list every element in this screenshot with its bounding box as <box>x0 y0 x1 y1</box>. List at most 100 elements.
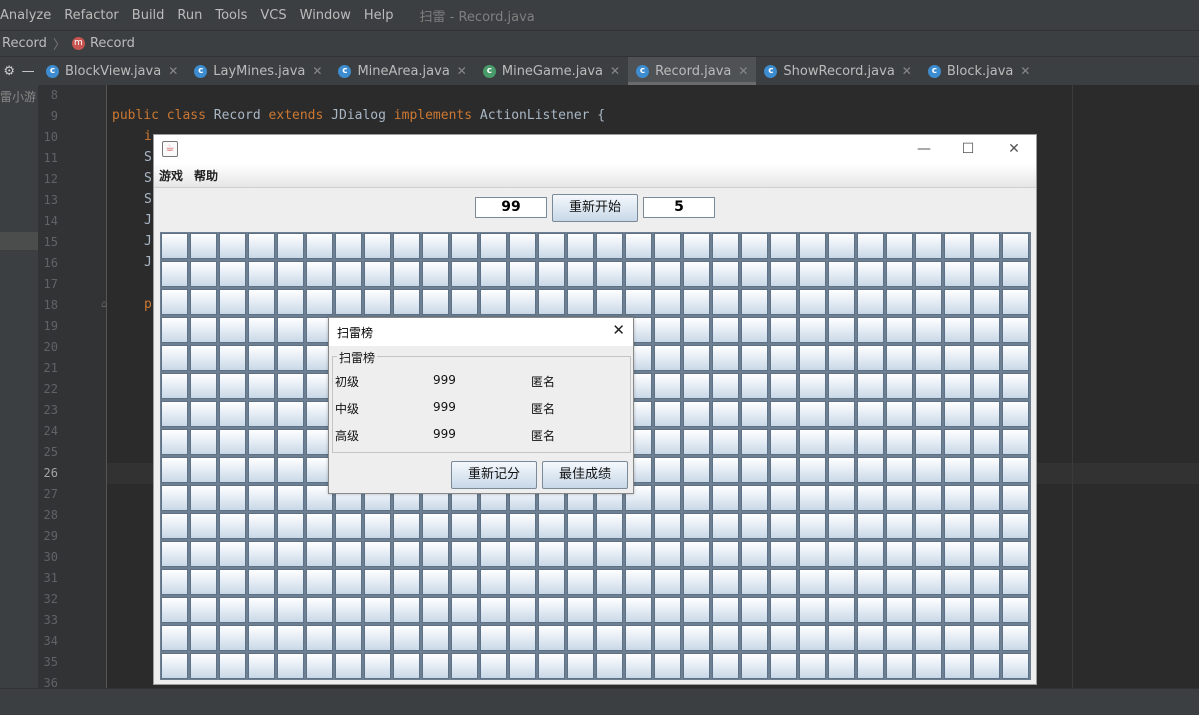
mine-cell[interactable] <box>625 569 652 595</box>
close-icon[interactable]: ✕ <box>612 321 625 339</box>
mine-cell[interactable] <box>509 569 536 595</box>
mine-cell[interactable] <box>944 457 971 483</box>
mine-cell[interactable] <box>915 569 942 595</box>
mine-cell[interactable] <box>886 457 913 483</box>
mine-cell[interactable] <box>190 429 217 455</box>
mine-cell[interactable] <box>393 541 420 567</box>
mine-cell[interactable] <box>712 401 739 427</box>
mine-cell[interactable] <box>451 597 478 623</box>
mine-cell[interactable] <box>393 513 420 539</box>
restart-button[interactable]: 重新开始 <box>552 194 638 222</box>
mine-cell[interactable] <box>1002 513 1029 539</box>
mine-cell[interactable] <box>248 513 275 539</box>
mine-cell[interactable] <box>422 261 449 287</box>
mine-cell[interactable] <box>828 317 855 343</box>
mine-cell[interactable] <box>625 541 652 567</box>
mine-cell[interactable] <box>364 289 391 315</box>
mine-cell[interactable] <box>335 569 362 595</box>
mine-cell[interactable] <box>480 653 507 679</box>
mine-cell[interactable] <box>596 569 623 595</box>
mine-cell[interactable] <box>422 513 449 539</box>
mine-cell[interactable] <box>857 261 884 287</box>
mine-cell[interactable] <box>480 233 507 259</box>
mine-cell[interactable] <box>915 485 942 511</box>
mine-cell[interactable] <box>625 653 652 679</box>
mine-cell[interactable] <box>161 373 188 399</box>
mine-cell[interactable] <box>567 597 594 623</box>
mine-cell[interactable] <box>364 233 391 259</box>
game-menu-game[interactable]: 游戏 <box>154 167 189 184</box>
mine-cell[interactable] <box>915 597 942 623</box>
mine-cell[interactable] <box>393 597 420 623</box>
mine-cell[interactable] <box>857 233 884 259</box>
mine-cell[interactable] <box>1002 429 1029 455</box>
mine-cell[interactable] <box>422 625 449 651</box>
mine-cell[interactable] <box>770 653 797 679</box>
mine-cell[interactable] <box>509 289 536 315</box>
mine-cell[interactable] <box>944 429 971 455</box>
mine-cell[interactable] <box>741 289 768 315</box>
mine-cell[interactable] <box>306 261 333 287</box>
mine-cell[interactable] <box>161 625 188 651</box>
mine-cell[interactable] <box>422 541 449 567</box>
mine-cell[interactable] <box>828 289 855 315</box>
mine-cell[interactable] <box>828 429 855 455</box>
mine-cell[interactable] <box>393 569 420 595</box>
mine-cell[interactable] <box>944 317 971 343</box>
mine-cell[interactable] <box>886 513 913 539</box>
mine-cell[interactable] <box>857 401 884 427</box>
mine-cell[interactable] <box>219 541 246 567</box>
mine-cell[interactable] <box>190 653 217 679</box>
mine-cell[interactable] <box>538 569 565 595</box>
mine-cell[interactable] <box>915 457 942 483</box>
mine-cell[interactable] <box>886 261 913 287</box>
mine-cell[interactable] <box>335 513 362 539</box>
tab-record[interactable]: c Record.java ✕ <box>628 57 757 85</box>
mine-cell[interactable] <box>741 429 768 455</box>
mine-cell[interactable] <box>828 261 855 287</box>
mine-cell[interactable] <box>654 401 681 427</box>
mine-cell[interactable] <box>596 597 623 623</box>
mine-cell[interactable] <box>770 401 797 427</box>
mine-cell[interactable] <box>683 345 710 371</box>
mine-cell[interactable] <box>1002 373 1029 399</box>
mine-cell[interactable] <box>973 401 1000 427</box>
mine-cell[interactable] <box>683 233 710 259</box>
mine-cell[interactable] <box>741 541 768 567</box>
mine-cell[interactable] <box>973 625 1000 651</box>
mine-cell[interactable] <box>451 513 478 539</box>
mine-cell[interactable] <box>770 373 797 399</box>
mine-cell[interactable] <box>741 261 768 287</box>
mine-cell[interactable] <box>915 401 942 427</box>
mine-cell[interactable] <box>741 625 768 651</box>
tab-blockview[interactable]: c BlockView.java ✕ <box>38 57 186 85</box>
mine-cell[interactable] <box>277 317 304 343</box>
mine-cell[interactable] <box>277 401 304 427</box>
mine-cell[interactable] <box>538 625 565 651</box>
mine-cell[interactable] <box>1002 569 1029 595</box>
mine-cell[interactable] <box>161 261 188 287</box>
mine-cell[interactable] <box>219 597 246 623</box>
mine-cell[interactable] <box>538 541 565 567</box>
mine-cell[interactable] <box>828 457 855 483</box>
mine-cell[interactable] <box>857 485 884 511</box>
mine-cell[interactable] <box>654 597 681 623</box>
mine-cell[interactable] <box>190 457 217 483</box>
mine-cell[interactable] <box>538 233 565 259</box>
mine-cell[interactable] <box>567 233 594 259</box>
mine-cell[interactable] <box>567 569 594 595</box>
mine-cell[interactable] <box>625 233 652 259</box>
mine-cell[interactable] <box>741 345 768 371</box>
mine-cell[interactable] <box>567 261 594 287</box>
mine-cell[interactable] <box>886 597 913 623</box>
mine-cell[interactable] <box>509 597 536 623</box>
mine-cell[interactable] <box>451 233 478 259</box>
mine-cell[interactable] <box>625 625 652 651</box>
mine-cell[interactable] <box>161 233 188 259</box>
mine-cell[interactable] <box>857 597 884 623</box>
mine-cell[interactable] <box>248 233 275 259</box>
mine-cell[interactable] <box>683 653 710 679</box>
mine-cell[interactable] <box>770 261 797 287</box>
close-icon[interactable]: ✕ <box>902 64 912 78</box>
mine-cell[interactable] <box>190 233 217 259</box>
